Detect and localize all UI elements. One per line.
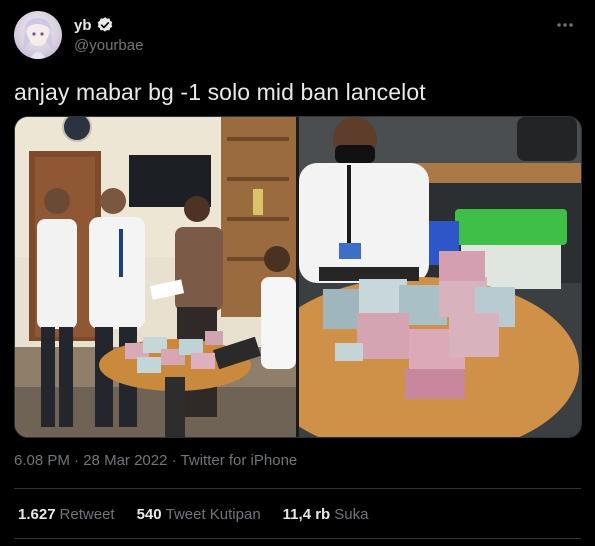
quotes-stat[interactable]: 540 Tweet Kutipan: [137, 506, 261, 523]
name-row: yb: [74, 15, 114, 35]
meta-separator: ·: [74, 452, 80, 469]
tweet-media[interactable]: [14, 116, 582, 438]
retweets-label: Retweet: [59, 506, 115, 523]
avatar-illustration: [23, 17, 53, 59]
retweets-count: 1.627: [18, 506, 56, 523]
more-dots-icon[interactable]: [555, 15, 575, 35]
likes-label: Suka: [334, 506, 369, 523]
tweet-text: anjay mabar bg -1 solo mid ban lancelot: [14, 79, 426, 105]
avatar[interactable]: [14, 11, 62, 59]
quotes-count: 540: [136, 506, 162, 523]
likes-count: 11,4 rb: [282, 506, 331, 523]
divider: [14, 538, 581, 539]
retweets-stat[interactable]: 1.627 Retweet: [18, 506, 115, 523]
tweet-meta: 6.08 PM · 28 Mar 2022 · Twitter for iPho…: [14, 452, 297, 469]
meta-separator: ·: [171, 452, 177, 469]
likes-stat[interactable]: 11,4 rb Suka: [283, 506, 369, 523]
tweet-date[interactable]: 28 Mar 2022: [83, 452, 167, 469]
divider: [14, 488, 581, 489]
tweet-photo-1[interactable]: [15, 117, 296, 437]
user-handle[interactable]: @yourbae: [74, 37, 143, 54]
quotes-label: Tweet Kutipan: [165, 506, 261, 523]
tweet-time[interactable]: 6.08 PM: [14, 452, 70, 469]
display-name[interactable]: yb: [74, 17, 92, 34]
tweet-source[interactable]: Twitter for iPhone: [181, 452, 298, 469]
tweet-stats: 1.627 Retweet 540 Tweet Kutipan 11,4 rb Suk…: [18, 506, 368, 523]
verified-badge-icon: [96, 16, 114, 34]
tweet-header: yb @yourbae: [14, 11, 581, 61]
tweet-photo-2[interactable]: [299, 117, 581, 437]
